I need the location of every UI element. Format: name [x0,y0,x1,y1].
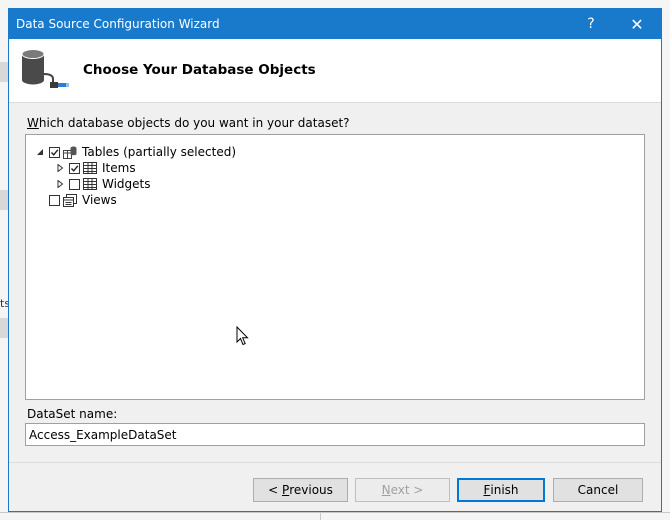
finish-accesskey: F [483,483,491,497]
views-checkbox[interactable] [49,194,60,206]
tables-folder-icon [63,146,77,159]
next-accesskey: N [381,483,391,497]
finish-button[interactable]: Finish [457,478,545,502]
tree-node-items[interactable]: Items [55,160,136,176]
cancel-button[interactable]: Cancel [553,478,643,502]
database-connect-icon [21,49,69,88]
prompt-text: hich database objects do you want in you… [38,116,350,130]
tree-label-views: Views [82,193,117,207]
title-bar[interactable]: Data Source Configuration Wizard ? ✕ [9,9,661,39]
tree-label-widgets: Widgets [102,177,151,191]
mouse-pointer-icon [236,326,249,346]
table-grid-icon [83,161,97,174]
background-divider [320,512,321,520]
tree-node-views[interactable]: Views [49,192,117,208]
previous-label: revious [289,483,333,497]
close-button[interactable]: ✕ [615,9,659,39]
table-grid-icon [83,177,97,190]
tree-node-widgets[interactable]: Widgets [55,176,151,192]
dataset-name-label: DataSet name: [27,407,118,421]
tree-label-tables: Tables (partially selected) [82,145,236,159]
finish-label: inish [490,483,519,497]
next-label: ext > [390,483,424,497]
expand-triangle-icon[interactable] [55,163,65,173]
expand-triangle-icon[interactable] [55,179,65,189]
widgets-checkbox[interactable] [69,178,80,190]
footer-divider [9,462,661,463]
database-objects-tree[interactable]: Tables (partially selected) Items Widget… [25,134,645,400]
page-title: Choose Your Database Objects [83,62,316,78]
previous-accesskey: P [281,483,290,497]
wizard-header: Choose Your Database Objects [9,39,661,103]
tables-checkbox[interactable] [49,146,60,158]
prompt-accesskey: W [27,116,39,130]
views-icon [63,193,77,207]
dataset-name-input[interactable] [25,423,645,446]
tree-label-items: Items [102,161,136,175]
next-button[interactable]: Next > [355,478,450,502]
tree-node-tables[interactable]: Tables (partially selected) [35,144,236,160]
collapse-triangle-icon[interactable] [35,147,45,157]
items-checkbox[interactable] [69,162,80,174]
previous-prefix: < [268,483,282,497]
window-title: Data Source Configuration Wizard [16,17,220,31]
wizard-dialog: Data Source Configuration Wizard ? ✕ Cho… [8,8,662,512]
previous-button[interactable]: < Previous [253,478,348,502]
help-button[interactable]: ? [569,9,613,39]
background-divider [0,512,670,513]
objects-prompt: Which database objects do you want in yo… [27,116,350,130]
